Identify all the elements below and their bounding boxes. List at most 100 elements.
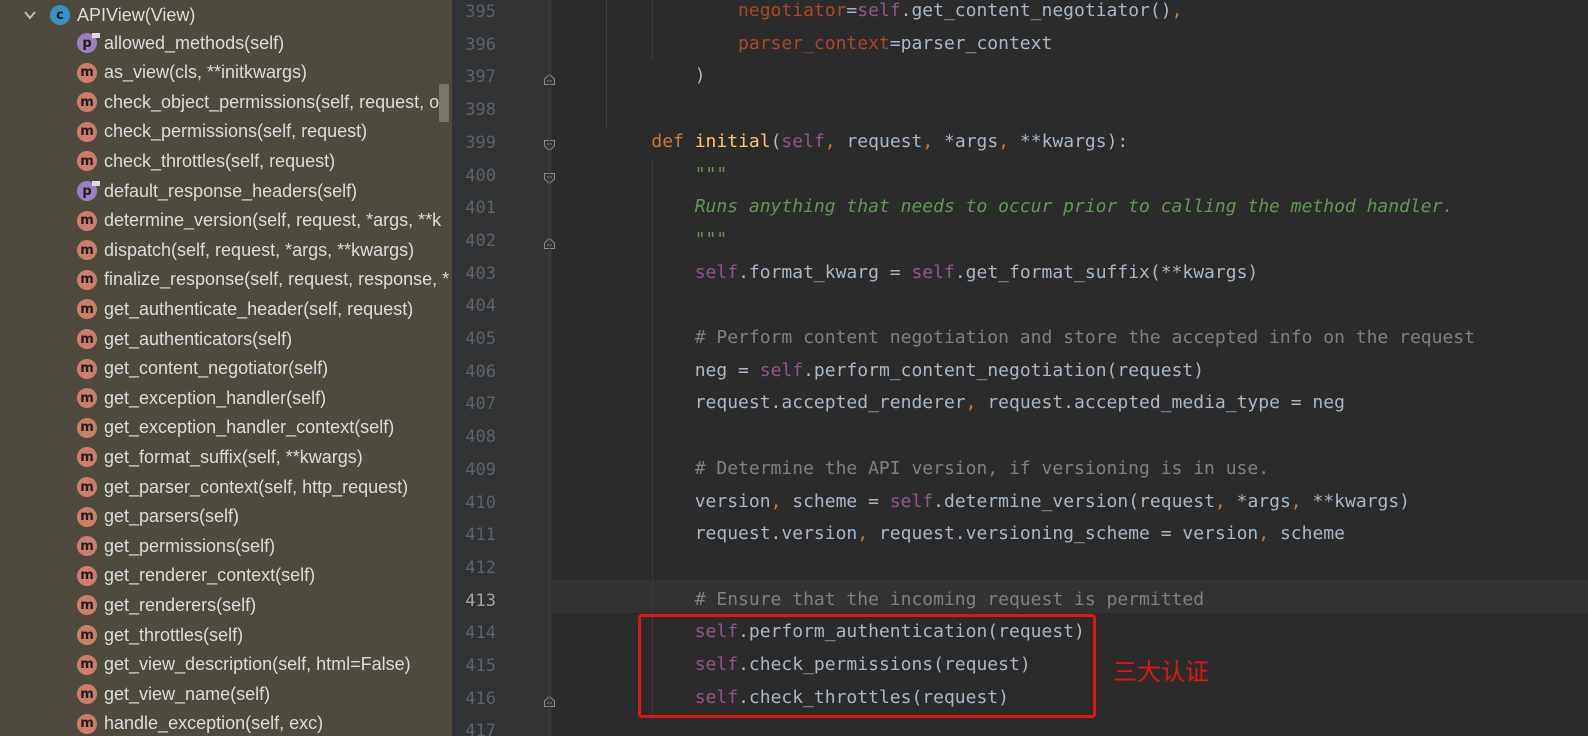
code-token: def: [651, 130, 695, 152]
structure-item[interactable]: m get_authenticate_header(self, request): [0, 294, 452, 324]
structure-item[interactable]: m get_view_name(self): [0, 679, 452, 709]
structure-item[interactable]: m get_renderers(self): [0, 590, 452, 620]
structure-item[interactable]: p default_response_headers(self): [0, 176, 452, 206]
structure-item[interactable]: m get_parser_context(self, http_request): [0, 472, 452, 502]
line-number: 402: [465, 230, 496, 251]
structure-item-label: allowed_methods(self): [104, 32, 285, 53]
code-token: self: [857, 0, 901, 21]
code-line[interactable]: """: [608, 163, 728, 185]
structure-item[interactable]: m check_throttles(self, request): [0, 146, 452, 176]
code-line[interactable]: self.format_kwarg = self.get_format_suff…: [608, 261, 1259, 283]
structure-item[interactable]: m get_throttles(self): [0, 620, 452, 650]
method-icon: m: [77, 151, 97, 172]
structure-item-label: get_parser_context(self, http_request): [104, 476, 409, 497]
code-token: request.accepted_renderer: [694, 392, 966, 414]
code-line[interactable]: version, scheme = self.determine_version…: [608, 491, 1410, 512]
structure-item[interactable]: m finalize_response(self, request, respon…: [0, 265, 452, 295]
code-token: ): [694, 65, 706, 87]
structure-item[interactable]: m dispatch(self, request, *args, **kwargs…: [0, 235, 452, 265]
structure-item[interactable]: m check_object_permissions(self, request,…: [0, 87, 452, 117]
method-icon: m: [77, 269, 97, 290]
line-number: 412: [465, 557, 496, 578]
structure-item-label: determine_version(self, request, *args, …: [104, 210, 442, 231]
code-token: negotiator: [738, 0, 847, 21]
structure-item[interactable]: m get_permissions(self): [0, 531, 452, 561]
structure-item[interactable]: m get_parsers(self): [0, 502, 452, 532]
code-line[interactable]: parser_context=parser_context: [608, 33, 1052, 54]
annotation-box: [638, 614, 1096, 718]
code-line[interactable]: # Ensure that the incoming request is pe…: [608, 589, 1204, 610]
structure-item[interactable]: m get_renderer_context(self): [0, 561, 452, 591]
chevron-down-icon[interactable]: [22, 7, 38, 23]
indent-guide: [606, 0, 607, 130]
code-line[interactable]: negotiator=self.get_content_negotiator()…: [608, 0, 1182, 21]
code-line[interactable]: ): [608, 65, 706, 86]
code-token: request.accepted_media_type = neg: [987, 392, 1345, 414]
structure-item[interactable]: m get_exception_handler(self): [0, 383, 452, 413]
structure-item[interactable]: m get_exception_handler_context(self): [0, 413, 452, 443]
method-icon: m: [77, 447, 97, 468]
code-token: Runs anything that needs to occur prior …: [694, 196, 1454, 218]
structure-item[interactable]: m get_view_description(self, html=False): [0, 650, 452, 680]
method-icon: m: [77, 299, 97, 320]
method-icon: m: [77, 388, 97, 409]
code-token: *args: [944, 130, 999, 152]
code-token: parser_context: [738, 32, 890, 54]
line-number: 395: [465, 2, 496, 22]
structure-item-label: get_renderers(self): [104, 594, 257, 615]
code-line[interactable]: Runs anything that needs to occur prior …: [608, 196, 1454, 218]
property-icon: p: [77, 33, 100, 53]
structure-item[interactable]: m get_authenticators(self): [0, 324, 452, 354]
line-number: 406: [465, 361, 496, 382]
code-token: *args: [1236, 490, 1291, 512]
code-line[interactable]: neg = self.perform_content_negotiation(r…: [608, 360, 1204, 381]
code-line[interactable]: # Determine the API version, if versioni…: [608, 458, 1269, 479]
method-icon: m: [77, 506, 97, 527]
code-line[interactable]: request.accepted_renderer, request.accep…: [608, 392, 1345, 413]
method-icon: m: [77, 595, 97, 616]
code-token: """: [694, 163, 728, 185]
structure-item-label: get_throttles(self): [104, 624, 244, 645]
code-token: ,: [1258, 523, 1280, 545]
code-token: =parser_context: [889, 32, 1053, 54]
method-icon: m: [77, 329, 97, 349]
line-number: 414: [465, 623, 496, 644]
line-number-gutter: 395 396 397 398 399 400 401 402 403 404 405 406 407 4…: [452, 0, 555, 736]
structure-item[interactable]: m determine_version(self, request, *args,…: [0, 206, 452, 236]
scrollbar-thumb[interactable]: [439, 84, 449, 122]
structure-item[interactable]: m get_content_negotiator(self): [0, 354, 452, 384]
line-number: 408: [465, 427, 496, 448]
structure-item[interactable]: p allowed_methods(self): [0, 28, 452, 58]
code-token: .perform_content_negotiation(request): [803, 359, 1205, 381]
structure-root-row[interactable]: c APIView(View): [0, 0, 452, 30]
code-token: .format_kwarg =: [738, 261, 912, 283]
code-token: =: [846, 0, 858, 21]
method-icon: m: [77, 625, 97, 645]
code-line[interactable]: def initial(self, request, *args, **kwar…: [608, 131, 1128, 152]
structure-item[interactable]: m check_permissions(self, request): [0, 117, 452, 147]
code-token: ,: [770, 490, 793, 512]
code-token: self: [781, 130, 825, 152]
method-icon: m: [77, 536, 97, 557]
method-icon: m: [77, 92, 97, 113]
method-icon: m: [77, 684, 97, 705]
structure-item-label: handle_exception(self, exc): [104, 713, 324, 734]
structure-item[interactable]: m as_view(cls, **initkwargs): [0, 58, 452, 88]
structure-item-label: get_content_negotiator(self): [104, 358, 329, 379]
structure-item-label: dispatch(self, request, *args, **kwargs): [104, 239, 415, 260]
code-line[interactable]: # Perform content negotiation and store …: [608, 327, 1475, 348]
code-token: request.version: [694, 523, 858, 545]
code-token: version: [694, 490, 771, 512]
structure-item[interactable]: m get_format_suffix(self, **kwargs): [0, 442, 452, 472]
code-line[interactable]: request.version, request.versioning_sche…: [608, 523, 1345, 544]
code-token: ,: [1290, 490, 1313, 512]
code-token: ,: [998, 130, 1020, 152]
structure-item-label: get_exception_handler_context(self): [104, 417, 395, 438]
structure-item[interactable]: m handle_exception(self, exc): [0, 709, 452, 736]
structure-item-label: get_view_description(self, html=False): [104, 654, 411, 675]
code-line[interactable]: """: [608, 229, 728, 250]
code-token: ,: [1171, 0, 1183, 21]
